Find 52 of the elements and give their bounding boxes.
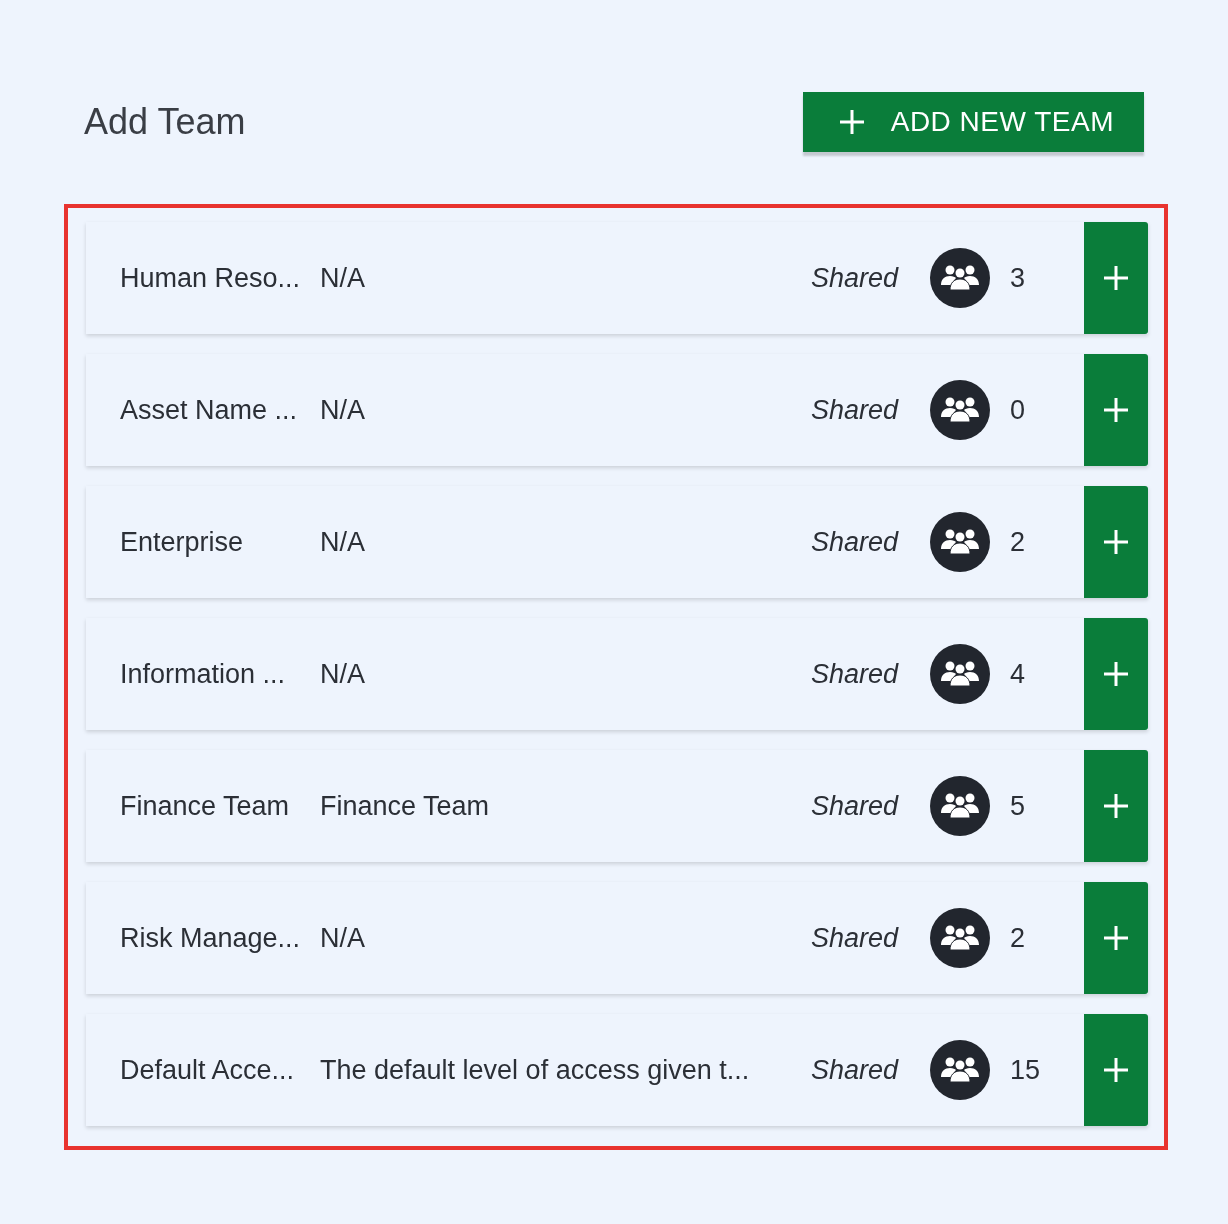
group-icon — [930, 380, 990, 440]
group-icon — [930, 908, 990, 968]
sharing-label: Shared — [810, 526, 898, 558]
page-title: Add Team — [83, 100, 246, 144]
add-new-team-button[interactable]: ADD NEW TEAM — [802, 92, 1144, 152]
plus-icon — [1103, 793, 1129, 819]
team-description: N/A — [320, 262, 366, 294]
add-button[interactable] — [1084, 750, 1148, 862]
group-icon — [930, 512, 990, 572]
plus-icon — [1103, 529, 1129, 555]
group-icon — [930, 1040, 990, 1100]
plus-icon — [1103, 925, 1129, 951]
group-icon — [930, 644, 990, 704]
team-description: N/A — [320, 526, 366, 558]
team-description: Finance Team — [320, 790, 491, 822]
team-name: Human Reso... — [120, 262, 302, 294]
member-count: 4 — [1010, 658, 1027, 690]
member-count: 2 — [1010, 922, 1027, 954]
team-description: The default level of access given t... — [320, 1054, 751, 1086]
group-icon — [930, 248, 990, 308]
team-name: Default Acce... — [120, 1054, 296, 1086]
add-button[interactable] — [1084, 222, 1148, 334]
team-name: Information ... — [120, 658, 287, 690]
sharing-label: Shared — [810, 262, 898, 294]
team-name: Finance Team — [120, 790, 291, 822]
group-icon — [930, 776, 990, 836]
add-button[interactable] — [1084, 486, 1148, 598]
team-name: Enterprise — [120, 526, 245, 558]
team-name: Risk Manage... — [120, 922, 302, 954]
member-count: 5 — [1010, 790, 1027, 822]
sharing-label: Shared — [810, 1054, 898, 1086]
sharing-label: Shared — [810, 658, 898, 690]
plus-icon — [838, 109, 865, 135]
add-button[interactable] — [1084, 618, 1148, 730]
team-name: Asset Name ... — [120, 394, 299, 426]
member-count: 2 — [1010, 526, 1027, 558]
plus-icon — [1103, 661, 1129, 687]
add-button[interactable] — [1084, 1014, 1148, 1126]
team-description: N/A — [320, 922, 366, 954]
member-count: 3 — [1010, 262, 1027, 294]
team-description: N/A — [320, 658, 366, 690]
plus-icon — [1103, 1057, 1129, 1083]
add-button[interactable] — [1084, 354, 1148, 466]
member-count: 15 — [1010, 1054, 1042, 1086]
sharing-label: Shared — [810, 394, 898, 426]
member-count: 0 — [1010, 394, 1027, 426]
plus-icon — [1103, 397, 1129, 423]
plus-icon — [1103, 265, 1129, 291]
sharing-label: Shared — [810, 790, 898, 822]
add-button[interactable] — [1084, 882, 1148, 994]
team-description: N/A — [320, 394, 366, 426]
sharing-label: Shared — [810, 922, 898, 954]
